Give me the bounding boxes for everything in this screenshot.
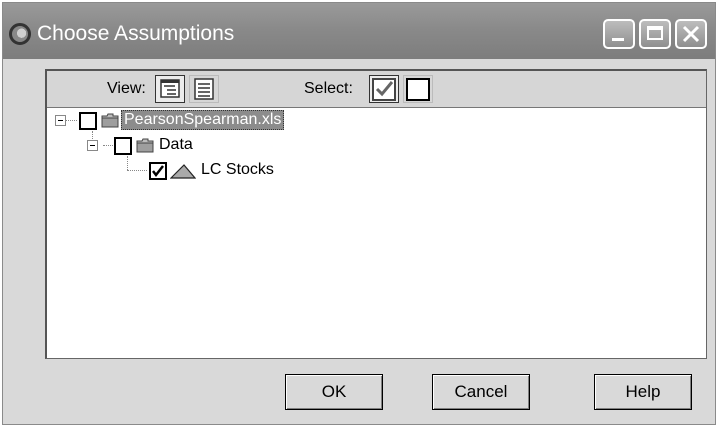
panel-toolbar: View: Select: (47, 71, 706, 108)
window-title: Choose Assumptions (37, 22, 235, 45)
list-view-icon (194, 78, 214, 100)
checkmark-box-icon (372, 78, 396, 101)
app-icon (9, 23, 31, 45)
ok-button[interactable]: OK (285, 374, 383, 410)
title-bar[interactable]: Choose Assumptions (3, 3, 715, 59)
tree-item-data-folder[interactable]: Data (47, 134, 447, 158)
view-label: View: (107, 80, 146, 97)
cancel-button[interactable]: Cancel (432, 374, 530, 410)
tree-view-button[interactable] (155, 75, 185, 103)
tree-item-workbook[interactable]: PearsonSpearman.xls (47, 109, 447, 133)
lc-stocks-checkbox[interactable] (149, 162, 167, 180)
folder-icon (136, 138, 154, 153)
close-icon (682, 25, 700, 43)
assumptions-panel: View: Select: PearsonSpearman.xls Data L… (45, 69, 707, 359)
empty-box-icon (406, 78, 430, 101)
triangle-distribution-icon (170, 164, 196, 179)
select-none-button[interactable] (403, 75, 433, 103)
tree-item-label: Data (159, 136, 193, 153)
collapse-toggle[interactable] (55, 115, 66, 126)
list-view-button[interactable] (189, 75, 219, 103)
tree-view-icon (160, 79, 180, 98)
select-all-button[interactable] (369, 75, 399, 103)
maximize-button[interactable] (639, 19, 671, 49)
collapse-toggle[interactable] (87, 140, 98, 151)
help-button[interactable]: Help (594, 374, 692, 410)
choose-assumptions-dialog: Choose Assumptions View: Select: Pearson… (2, 2, 716, 425)
data-folder-checkbox[interactable] (114, 137, 132, 155)
assumptions-tree: PearsonSpearman.xls Data LC Stocks (47, 109, 706, 358)
tree-item-lc-stocks[interactable]: LC Stocks (47, 159, 447, 183)
workbook-checkbox[interactable] (79, 112, 97, 130)
checkmark-icon (152, 165, 164, 178)
folder-icon (101, 113, 119, 128)
close-button[interactable] (675, 19, 707, 49)
minimize-button[interactable] (603, 19, 635, 49)
select-label: Select: (304, 80, 353, 97)
tree-item-label: PearsonSpearman.xls (121, 110, 285, 130)
tree-item-label: LC Stocks (201, 161, 274, 178)
